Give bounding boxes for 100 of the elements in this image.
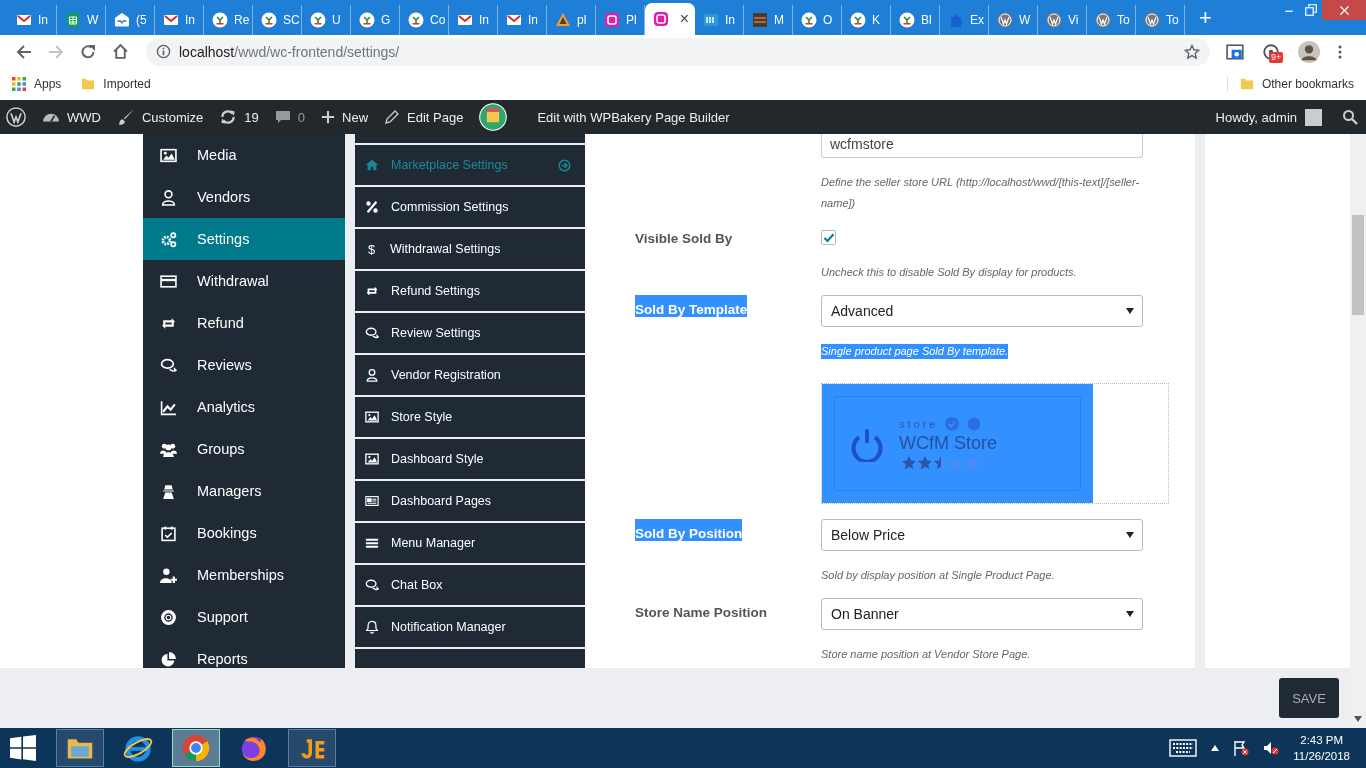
- admin-bar-link[interactable]: WWD: [42, 108, 101, 126]
- sidebar-item[interactable]: Settings: [143, 218, 345, 260]
- dollar-icon: $: [365, 241, 378, 257]
- forward-arrow-icon: [48, 43, 64, 60]
- admin-bar-link[interactable]: Edit Page: [384, 109, 464, 125]
- field-label: Sold By Position: [635, 519, 743, 541]
- wordpress-logo-icon: [1046, 12, 1062, 28]
- settings-menu-item[interactable]: $ Withdrawal Settings: [355, 229, 585, 269]
- bookmark[interactable]: Other bookmarks: [1226, 77, 1354, 91]
- save-button[interactable]: SAVE: [1279, 678, 1339, 718]
- extension-button[interactable]: 9+: [1262, 42, 1280, 61]
- admin-bar-link[interactable]: 19: [219, 108, 259, 126]
- select-dropdown[interactable]: On Banner: [821, 598, 1143, 630]
- url-path: /wwd/wc-frontend/settings/: [234, 43, 400, 60]
- admin-bar-link[interactable]: New: [321, 109, 369, 125]
- select-dropdown[interactable]: Below Price: [821, 519, 1143, 551]
- clock-date[interactable]: 11/26/2018: [1293, 748, 1350, 764]
- speaker-muted-icon: [1263, 740, 1280, 756]
- settings-menu-item[interactable]: Dashboard Pages: [355, 481, 585, 521]
- mail-icon: [163, 12, 179, 28]
- settings-menu-item[interactable]: Refund Settings: [355, 271, 585, 311]
- windows-logo-icon: [10, 735, 36, 761]
- wordpress-logo-icon: [6, 107, 26, 127]
- sidebar-item[interactable]: Bookings: [143, 512, 345, 554]
- home-icon: [365, 158, 379, 172]
- browser-tab[interactable]: ×: [645, 3, 695, 35]
- sidebar-item[interactable]: Memberships: [143, 554, 345, 596]
- round-logo-icon: [212, 12, 228, 28]
- field-label: Store Name Position: [635, 604, 768, 620]
- checkbox[interactable]: [821, 230, 836, 245]
- sidebar-item[interactable]: Vendors: [143, 176, 345, 218]
- settings-menu-item[interactable]: Store Style: [355, 397, 585, 437]
- help-text: Store name position at Vendor Store Page.: [821, 647, 1031, 662]
- sidebar-item[interactable]: Managers: [143, 470, 345, 512]
- taskbar-app[interactable]: [288, 729, 336, 767]
- sidebar-item[interactable]: Analytics: [143, 386, 345, 428]
- sidebar-item[interactable]: Groups: [143, 428, 345, 470]
- wordpress-logo-icon: [997, 12, 1013, 28]
- folder-icon: [1239, 77, 1254, 91]
- back-arrow-icon: [16, 43, 32, 60]
- settings-menu-item[interactable]: Commission Settings: [355, 187, 585, 227]
- settings-menu-item[interactable]: Vendor Registration: [355, 355, 585, 395]
- sidebar-item[interactable]: Reports: [143, 638, 345, 668]
- shield-icon: [966, 416, 983, 432]
- field-label: Sold By Template: [635, 295, 748, 317]
- bookmark[interactable]: Imported: [81, 77, 151, 91]
- chat-icon: [160, 356, 177, 374]
- settings-menu-item[interactable]: Marketplace Settings: [355, 145, 585, 185]
- admin-bar-logo[interactable]: [6, 107, 26, 127]
- settings-menu-item[interactable]: Notification Manager: [355, 607, 585, 647]
- chart-icon: [160, 398, 177, 416]
- sidebar-item[interactable]: Support: [143, 596, 345, 638]
- url-host: localhost: [179, 43, 235, 60]
- sidebar-item[interactable]: Media: [143, 134, 345, 176]
- new-tab-button[interactable]: +: [1195, 6, 1216, 29]
- help-text: Single product page Sold By template.: [821, 344, 1009, 359]
- round-logo-icon: [850, 12, 866, 28]
- star-icon: [1184, 43, 1200, 60]
- select-dropdown[interactable]: Advanced: [821, 295, 1143, 327]
- round-logo-icon: [899, 12, 915, 28]
- round-logo-icon: [310, 12, 326, 28]
- admin-bar-link[interactable]: Customize: [116, 108, 204, 126]
- close-button[interactable]: [1322, 0, 1366, 20]
- search-icon: [1342, 109, 1358, 125]
- verified-icon: [944, 416, 961, 432]
- bookmark[interactable]: Apps: [12, 77, 62, 91]
- scrollbar-thumb[interactable]: [1352, 215, 1364, 315]
- greeting-link[interactable]: Howdy, admin: [1215, 109, 1297, 125]
- browser-e-icon: [123, 733, 153, 763]
- wordpress-logo-icon: [1095, 12, 1111, 28]
- more-menu-icon: [1338, 43, 1342, 60]
- dropdown-caret-icon: [1126, 611, 1134, 617]
- info-icon: [156, 44, 171, 59]
- percent-icon: [365, 200, 379, 214]
- sidebar-item[interactable]: Refund: [143, 302, 345, 344]
- settings-menu-item[interactable]: Chat Box: [355, 565, 585, 605]
- check-icon: [822, 231, 835, 244]
- admin-bar-link[interactable]: 0: [274, 109, 306, 125]
- help-text: Define the seller store URL (http://localhost/wwd/[this-text]/[seller-name]): [821, 175, 1141, 211]
- avatar-icon[interactable]: [1305, 108, 1322, 126]
- person-icon: [160, 482, 177, 500]
- sidebar-item[interactable]: Reviews: [143, 344, 345, 386]
- settings-menu-item[interactable]: Menu Manager: [355, 523, 585, 563]
- address-bar[interactable]: localhost/wwd/wc-frontend/settings/: [146, 37, 1210, 66]
- mail-icon: [16, 12, 32, 28]
- pie-chart-icon: [160, 650, 177, 668]
- close-tab-button[interactable]: ×: [679, 10, 689, 28]
- taskbar-app[interactable]: [56, 729, 104, 767]
- settings-menu-item[interactable]: Dashboard Style: [355, 439, 585, 479]
- admin-bar-link[interactable]: Edit with WPBakery Page Builder: [537, 109, 730, 125]
- user-plus-icon: [160, 566, 177, 584]
- chrome-icon: [182, 734, 210, 762]
- sidebar-item[interactable]: Withdrawal: [143, 260, 345, 302]
- clock-time[interactable]: 2:43 PM: [1300, 732, 1344, 748]
- text-field[interactable]: wcfmstore: [821, 134, 1143, 158]
- chat-icon: [365, 578, 379, 592]
- apps-grid-icon: [12, 77, 26, 91]
- settings-menu-item[interactable]: Review Settings: [355, 313, 585, 353]
- arrow-circle-icon: [558, 158, 571, 172]
- round-logo-icon: [261, 12, 277, 28]
